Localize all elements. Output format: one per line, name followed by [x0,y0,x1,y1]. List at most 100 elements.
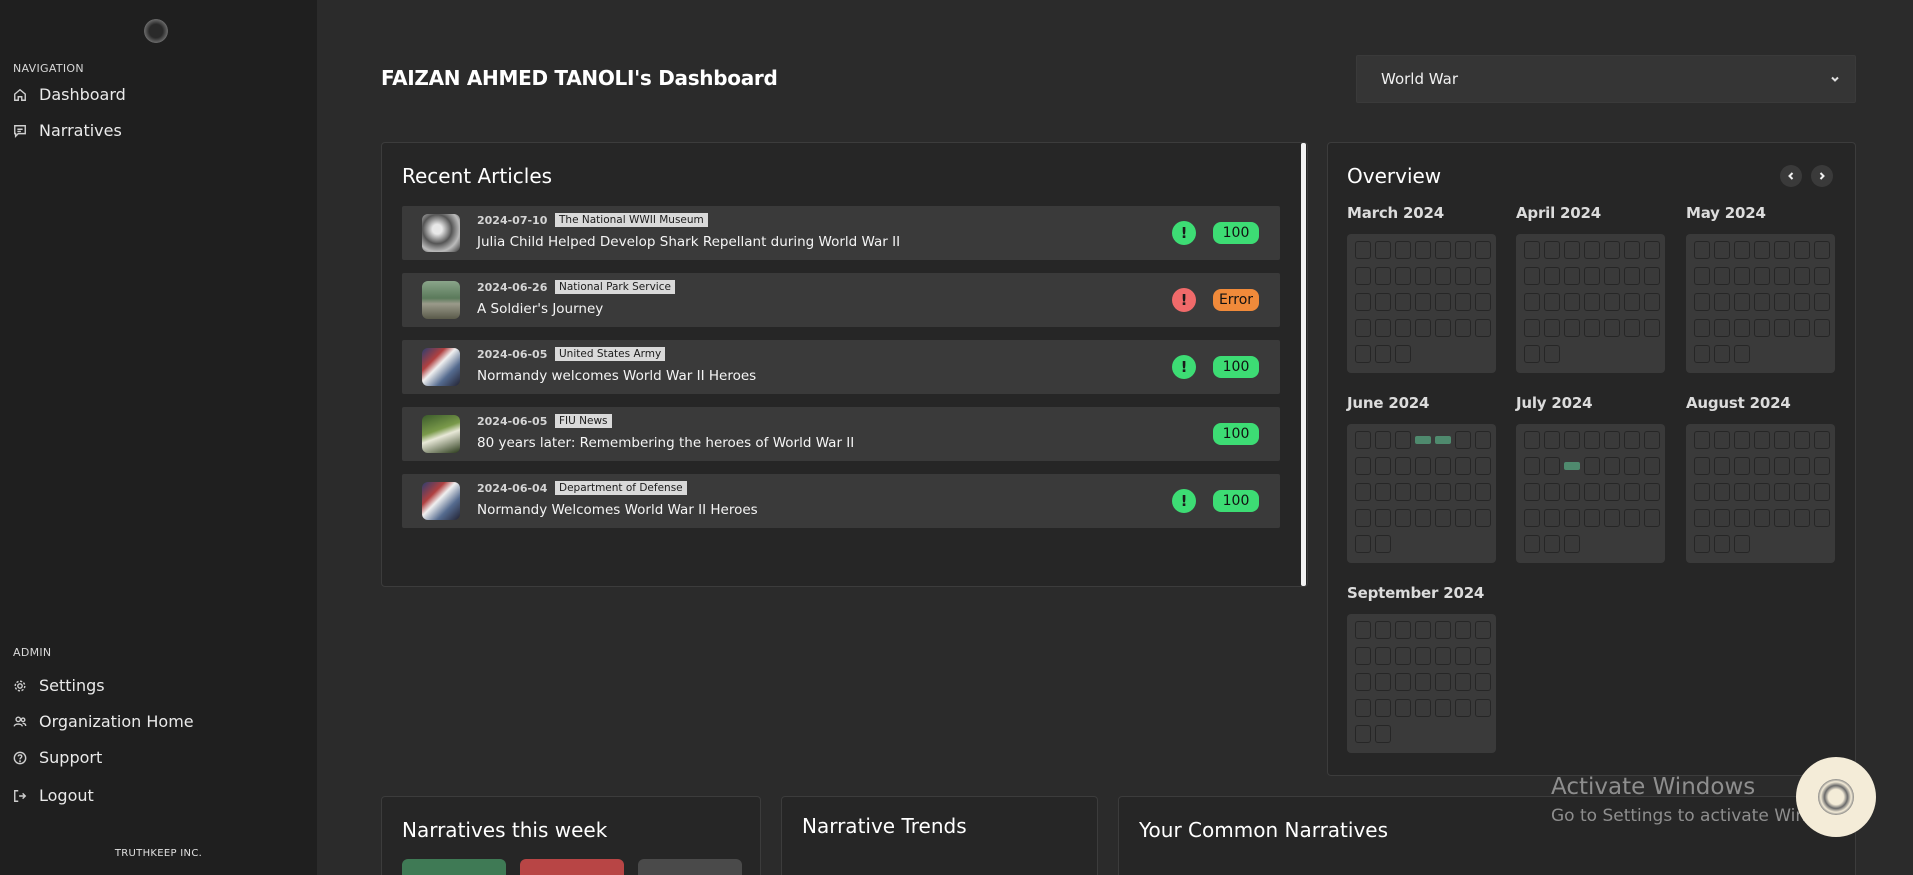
calendar-day[interactable] [1814,241,1830,259]
calendar-day[interactable] [1544,457,1560,475]
calendar-day[interactable] [1584,509,1600,527]
calendar-day[interactable] [1714,241,1730,259]
calendar-day[interactable] [1415,673,1431,691]
calendar-day[interactable] [1564,462,1580,470]
calendar-day[interactable] [1455,457,1471,475]
calendar-day[interactable] [1734,319,1750,337]
calendar-day[interactable] [1754,457,1770,475]
calendar-day[interactable] [1375,241,1391,259]
calendar-day[interactable] [1524,319,1540,337]
calendar-day[interactable] [1455,647,1471,665]
calendar-day[interactable] [1475,673,1491,691]
calendar-day[interactable] [1734,509,1750,527]
calendar-day[interactable] [1415,241,1431,259]
calendar-day[interactable] [1395,457,1411,475]
article-row[interactable]: 2024-06-26 National Park Service A Soldi… [402,273,1280,327]
calendar-day[interactable] [1564,319,1580,337]
calendar-day[interactable] [1754,319,1770,337]
calendar-day[interactable] [1435,673,1451,691]
calendar-day[interactable] [1355,319,1371,337]
calendar-day[interactable] [1524,345,1540,363]
calendar-day[interactable] [1624,319,1640,337]
calendar-day[interactable] [1355,267,1371,285]
calendar-day[interactable] [1694,509,1710,527]
calendar-day[interactable] [1375,725,1391,743]
calendar-day[interactable] [1544,293,1560,311]
calendar-day[interactable] [1455,267,1471,285]
calendar-day[interactable] [1814,267,1830,285]
calendar-day[interactable] [1524,431,1540,449]
calendar-day[interactable] [1774,241,1790,259]
sidebar-item-organization-home[interactable]: Organization Home [13,712,194,731]
calendar-day[interactable] [1355,535,1371,553]
calendar-day[interactable] [1794,267,1810,285]
calendar-day[interactable] [1415,436,1431,444]
calendar-day[interactable] [1375,319,1391,337]
calendar-day[interactable] [1435,319,1451,337]
calendar-day[interactable] [1774,319,1790,337]
calendar-day[interactable] [1375,647,1391,665]
calendar-day[interactable] [1734,241,1750,259]
calendar-day[interactable] [1375,431,1391,449]
calendar-day[interactable] [1564,241,1580,259]
calendar-day[interactable] [1694,431,1710,449]
chat-help-button[interactable] [1796,757,1876,837]
calendar-day[interactable] [1435,647,1451,665]
calendar-day[interactable] [1604,319,1620,337]
calendar-day[interactable] [1355,725,1371,743]
calendar-day[interactable] [1544,431,1560,449]
calendar-day[interactable] [1644,293,1660,311]
calendar-day[interactable] [1435,293,1451,311]
calendar-day[interactable] [1375,457,1391,475]
calendar-day[interactable] [1455,699,1471,717]
calendar-day[interactable] [1415,699,1431,717]
calendar-day[interactable] [1455,431,1471,449]
calendar-day[interactable] [1355,699,1371,717]
calendar-day[interactable] [1435,483,1451,501]
calendar-day[interactable] [1415,647,1431,665]
calendar-day[interactable] [1375,673,1391,691]
calendar-day[interactable] [1694,535,1710,553]
calendar-day[interactable] [1584,319,1600,337]
calendar-day[interactable] [1774,267,1790,285]
calendar-day[interactable] [1415,319,1431,337]
calendar-day[interactable] [1814,293,1830,311]
calendar-day[interactable] [1475,241,1491,259]
calendar-day[interactable] [1435,621,1451,639]
calendar-day[interactable] [1524,293,1540,311]
calendar-day[interactable] [1355,431,1371,449]
calendar-day[interactable] [1415,483,1431,501]
calendar-day[interactable] [1604,509,1620,527]
calendar-day[interactable] [1435,457,1451,475]
calendar-day[interactable] [1355,457,1371,475]
calendar-day[interactable] [1584,431,1600,449]
calendar-day[interactable] [1714,345,1730,363]
topic-select[interactable]: World War [1356,55,1856,103]
calendar-day[interactable] [1544,345,1560,363]
calendar-day[interactable] [1714,319,1730,337]
calendar-day[interactable] [1624,267,1640,285]
calendar-day[interactable] [1564,267,1580,285]
calendar-day[interactable] [1435,509,1451,527]
prev-month-button[interactable] [1780,165,1802,187]
calendar-day[interactable] [1754,241,1770,259]
calendar-day[interactable] [1624,457,1640,475]
sidebar-item-support[interactable]: Support [13,748,102,767]
calendar-day[interactable] [1694,293,1710,311]
calendar-day[interactable] [1395,319,1411,337]
calendar-day[interactable] [1794,483,1810,501]
calendar-day[interactable] [1544,535,1560,553]
calendar-day[interactable] [1624,241,1640,259]
sidebar-item-settings[interactable]: Settings [13,676,105,695]
calendar-day[interactable] [1644,457,1660,475]
calendar-day[interactable] [1415,293,1431,311]
calendar-day[interactable] [1714,293,1730,311]
calendar-day[interactable] [1584,457,1600,475]
next-month-button[interactable] [1811,165,1833,187]
calendar-day[interactable] [1544,241,1560,259]
calendar-day[interactable] [1644,431,1660,449]
calendar-day[interactable] [1475,293,1491,311]
calendar-day[interactable] [1395,431,1411,449]
narrative-pill-neutral[interactable] [638,859,742,875]
calendar-day[interactable] [1644,509,1660,527]
